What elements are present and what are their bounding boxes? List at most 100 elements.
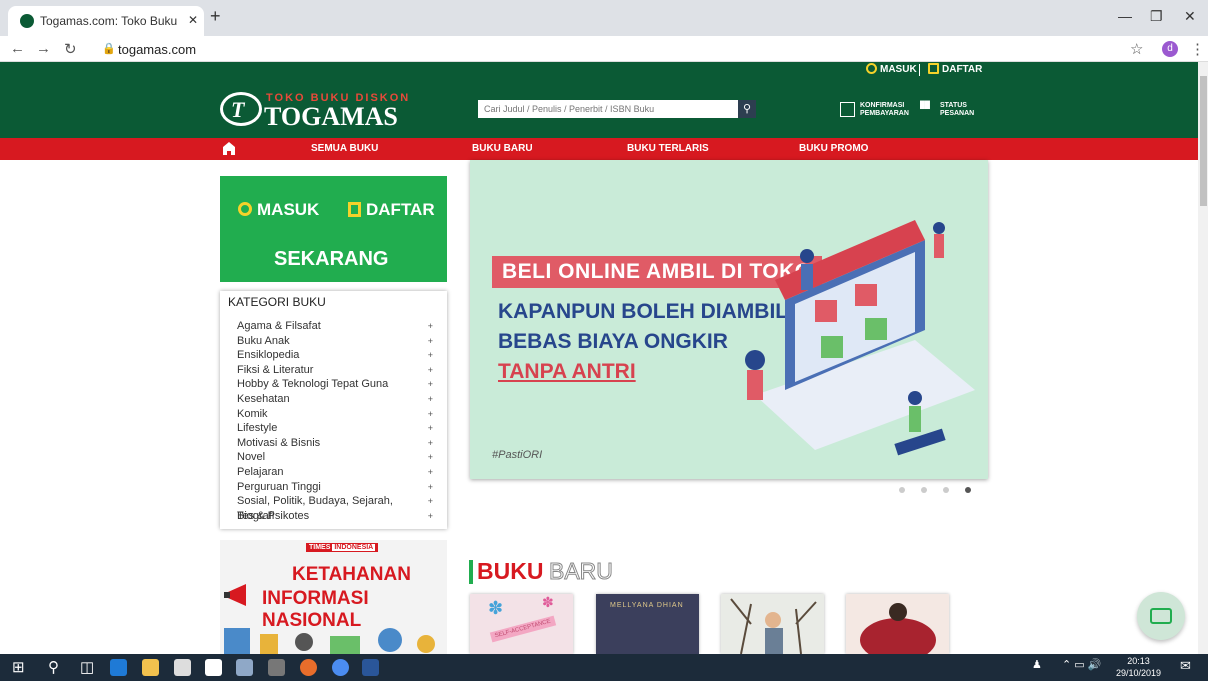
top-login-label: MASUK: [880, 64, 917, 75]
top-login-link[interactable]: MASUK: [866, 63, 917, 75]
category-item[interactable]: Agama & Filsafat +: [237, 319, 433, 334]
envelope-icon: [1150, 608, 1172, 624]
book-cover-text: SELF-ACCEPTANCE: [489, 615, 556, 643]
profile-avatar[interactable]: d: [1162, 41, 1178, 57]
category-label: Perguruan Tinggi: [237, 480, 321, 493]
people-icon[interactable]: ♟: [1032, 658, 1042, 671]
task-view-icon[interactable]: ◫: [80, 658, 94, 676]
top-register-label: DAFTAR: [942, 64, 983, 75]
notification-icon[interactable]: ✉: [1180, 658, 1191, 674]
expand-plus-icon[interactable]: +: [428, 436, 433, 451]
taskbar-clock[interactable]: 20:13 29/10/2019: [1116, 655, 1161, 679]
cta-register-button[interactable]: DAFTAR: [348, 200, 435, 220]
new-tab-button[interactable]: +: [210, 6, 221, 27]
close-tab-icon[interactable]: ✕: [188, 13, 198, 27]
nav-bestsellers[interactable]: BUKU TERLARIS: [627, 143, 709, 154]
edge-icon[interactable]: [110, 659, 127, 676]
book-cover[interactable]: MELLYANA DHIAN: [596, 594, 699, 654]
system-tray-icons[interactable]: ⌃ ▭ 🔊: [1062, 658, 1101, 671]
lock-icon[interactable]: 🔒: [102, 42, 116, 55]
category-item[interactable]: Komik +: [237, 407, 433, 422]
reload-icon[interactable]: ↻: [64, 40, 77, 58]
category-item[interactable]: Hobby & Teknologi Tepat Guna +: [237, 377, 433, 392]
url-field[interactable]: togamas.com: [118, 42, 196, 57]
carousel-dot[interactable]: [899, 487, 905, 493]
scrollbar-thumb[interactable]: [1200, 76, 1207, 206]
book-cover[interactable]: SELF-ACCEPTANCE ✽ ✽: [470, 594, 573, 654]
chrome-icon[interactable]: [332, 659, 349, 676]
payment-confirmation-line2: PEMBAYARAN: [860, 110, 909, 117]
browser-menu-icon[interactable]: ⋮: [1190, 40, 1205, 58]
edit-icon: [348, 202, 361, 217]
book-cover-art: [730, 598, 817, 655]
megaphone-icon: [224, 584, 246, 606]
home-icon[interactable]: [222, 141, 236, 156]
expand-plus-icon[interactable]: +: [428, 465, 433, 480]
expand-plus-icon[interactable]: +: [428, 363, 433, 378]
mail-icon[interactable]: [236, 659, 253, 676]
category-item[interactable]: Perguruan Tinggi +: [237, 480, 433, 495]
logo-mark[interactable]: T: [220, 92, 262, 126]
close-window-icon[interactable]: ✕: [1184, 8, 1196, 25]
nav-new-books[interactable]: BUKU BARU: [472, 143, 533, 154]
category-item[interactable]: Ensiklopedia +: [237, 348, 433, 363]
divider: [919, 64, 920, 76]
ad-badge: TIMES INDONESIA: [306, 543, 379, 552]
category-item[interactable]: Pelajaran +: [237, 465, 433, 480]
nav-all-books[interactable]: SEMUA BUKU: [311, 143, 378, 154]
store-icon[interactable]: [174, 659, 191, 676]
minimize-icon[interactable]: —: [1118, 8, 1132, 24]
top-register-link[interactable]: DAFTAR: [928, 63, 982, 75]
amazon-icon[interactable]: [205, 659, 222, 676]
search-icon[interactable]: ⚲: [48, 658, 59, 676]
restore-icon[interactable]: ❐: [1150, 8, 1163, 25]
search-button[interactable]: ⚲: [738, 100, 756, 118]
times-indonesia-ad[interactable]: TIMES INDONESIA KETAHANAN INFORMASI NASI…: [220, 540, 447, 655]
promo-banner[interactable]: BELI ONLINE AMBIL DI TOKO KAPANPUN BOLEH…: [470, 160, 988, 479]
expand-plus-icon[interactable]: +: [428, 348, 433, 363]
category-item[interactable]: Kesehatan +: [237, 392, 433, 407]
back-icon[interactable]: ←: [10, 40, 25, 57]
order-status-link[interactable]: ██ STATUS PESANAN: [920, 102, 974, 118]
expand-plus-icon[interactable]: +: [428, 494, 433, 509]
expand-plus-icon[interactable]: +: [428, 407, 433, 422]
expand-plus-icon[interactable]: +: [428, 450, 433, 465]
expand-plus-icon[interactable]: +: [428, 334, 433, 349]
expand-plus-icon[interactable]: +: [428, 421, 433, 436]
camera-icon[interactable]: [268, 659, 285, 676]
ad-badge-indonesia: INDONESIA: [332, 544, 376, 551]
book-cover[interactable]: [846, 594, 949, 662]
category-item[interactable]: Novel +: [237, 450, 433, 465]
carousel-dot[interactable]: [943, 487, 949, 493]
bookmark-star-icon[interactable]: ☆: [1130, 40, 1143, 58]
banner-hashtag: #PastiORI: [492, 449, 543, 461]
category-item[interactable]: Lifestyle +: [237, 421, 433, 436]
expand-plus-icon[interactable]: +: [428, 392, 433, 407]
search-input[interactable]: [478, 100, 738, 118]
category-item[interactable]: Buku Anak +: [237, 334, 433, 349]
flower-icon: ✽: [488, 598, 504, 618]
browser-tab[interactable]: Togamas.com: Toko Buku Online ✕: [8, 6, 204, 36]
nav-promo-books[interactable]: BUKU PROMO: [799, 143, 868, 154]
forward-icon[interactable]: →: [36, 40, 51, 57]
carousel-dot[interactable]: [965, 487, 971, 493]
category-item[interactable]: Fiksi & Literatur +: [237, 363, 433, 378]
word-icon[interactable]: [362, 659, 379, 676]
category-item[interactable]: Motivasi & Bisnis +: [237, 436, 433, 451]
carousel-dot[interactable]: [921, 487, 927, 493]
category-item[interactable]: Tes & Psikotes +: [237, 509, 433, 524]
book-cover[interactable]: [721, 594, 824, 655]
file-explorer-icon[interactable]: [142, 659, 159, 676]
firefox-icon[interactable]: [300, 659, 317, 676]
category-item[interactable]: Sosial, Politik, Budaya, Sejarah, Biogra…: [237, 494, 433, 522]
windows-start-icon[interactable]: ⊞: [12, 658, 25, 676]
expand-plus-icon[interactable]: +: [428, 377, 433, 392]
expand-plus-icon[interactable]: +: [428, 480, 433, 495]
logo-name[interactable]: TOGAMAS: [264, 102, 398, 132]
message-button[interactable]: [1137, 592, 1185, 640]
cta-login-button[interactable]: MASUK: [238, 200, 319, 220]
expand-plus-icon[interactable]: +: [428, 509, 433, 524]
edit-icon: [928, 63, 939, 74]
expand-plus-icon[interactable]: +: [428, 319, 433, 334]
payment-confirmation-link[interactable]: KONFIRMASI PEMBAYARAN: [840, 102, 909, 118]
